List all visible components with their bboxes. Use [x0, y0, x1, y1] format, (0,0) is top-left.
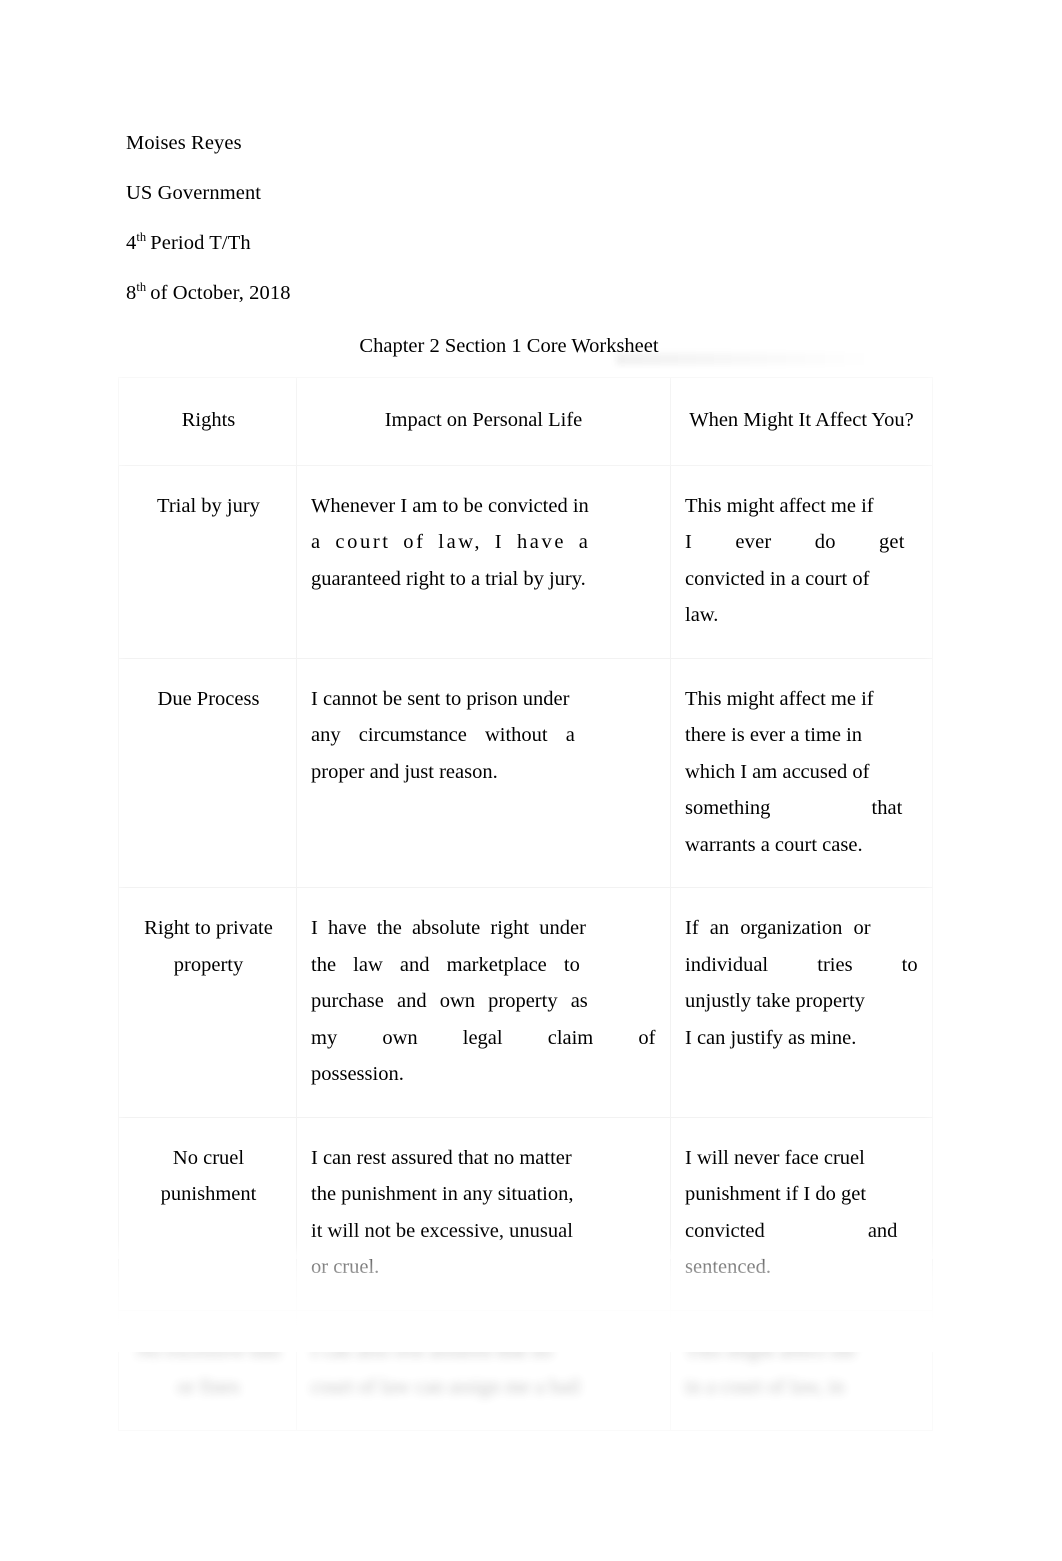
when-line: warrants a court case.	[685, 833, 863, 856]
header-label-when: When Might It Affect You?	[689, 409, 914, 431]
cell-right-name: Due Process	[118, 657, 297, 888]
cell-when: This might affect me in a court of law, …	[670, 1309, 933, 1431]
when-line: law.	[685, 604, 719, 626]
cell-when: This might affect me if I ever do get co…	[670, 464, 933, 659]
when-line: I ever do get	[685, 531, 905, 553]
assignment-date: 8th of October, 2018	[126, 268, 826, 318]
worksheet-table: Rights Impact on Personal Life When Migh…	[118, 377, 933, 1431]
impact-line: I can also rest assured that no	[311, 1339, 553, 1362]
cell-impact: I can also rest assured that no court of…	[296, 1309, 671, 1431]
period-number: 4	[126, 232, 137, 254]
impact-line: the law and marketplace to	[311, 953, 580, 976]
impact-line: Whenever I am to be convicted in	[311, 494, 589, 517]
document-heading: Moises Reyes US Government 4th Period T/T…	[126, 118, 826, 318]
impact-line: I can rest assured that no matter	[311, 1146, 572, 1169]
date-ordinal-suffix: th	[136, 280, 147, 295]
date-label: of October, 2018	[150, 282, 291, 304]
when-text: If an organization or individual tries t…	[671, 888, 932, 1080]
when-line: This might affect me if	[685, 687, 874, 710]
right-name: No cruel punishment	[160, 1146, 257, 1206]
impact-text: I have the absolute right under the law …	[297, 888, 670, 1117]
impact-line: any circumstance without a	[311, 724, 575, 746]
table-row: Due Process I cannot be sent to prison u…	[118, 657, 933, 888]
cell-when: I will never face cruel punishment if I …	[670, 1116, 933, 1311]
impact-line: my own legal claim of	[311, 1026, 656, 1049]
cell-when: If an organization or individual tries t…	[670, 887, 933, 1118]
when-line: which I am accused of	[685, 760, 870, 783]
when-line: sentenced.	[685, 1256, 771, 1278]
table-row: Right to private property I have the abs…	[118, 887, 933, 1118]
when-line: in a court of law, in	[685, 1376, 845, 1398]
document-page: Moises Reyes US Government 4th Period T/T…	[0, 0, 1062, 1561]
impact-text: I can rest assured that no matter the pu…	[297, 1118, 670, 1310]
when-line: convicted and	[685, 1219, 898, 1242]
header-label-rights: Rights	[181, 409, 236, 431]
right-name: Right to private property	[144, 917, 273, 976]
when-text: This might affect me in a court of law, …	[671, 1311, 932, 1430]
when-line: individual tries to	[685, 953, 918, 976]
impact-line: I cannot be sent to prison under	[311, 687, 570, 710]
when-line: I can justify as mine.	[685, 1026, 857, 1049]
cell-impact: Whenever I am to be convicted in a court…	[296, 464, 671, 659]
date-number: 8	[126, 282, 137, 304]
when-line: I will never face cruel	[685, 1146, 865, 1169]
when-line: If an organization or	[685, 917, 871, 939]
document-title-container: Chapter 2 Section 1 Core Worksheet	[126, 331, 932, 365]
cell-right-name: Trial by jury	[118, 464, 297, 659]
page-title: Chapter 2 Section 1 Core Worksheet	[359, 335, 659, 357]
cell-right-name: No cruel punishment	[118, 1116, 297, 1311]
cell-impact: I have the absolute right under the law …	[296, 887, 671, 1118]
impact-text: I cannot be sent to prison under any cir…	[297, 659, 670, 815]
cell-right-name: No excessive bail or fines	[118, 1309, 297, 1431]
header-cell-impact: Impact on Personal Life	[296, 377, 671, 466]
when-line: This might affect me if	[685, 494, 874, 517]
impact-line: or cruel.	[311, 1256, 380, 1278]
header-label-impact: Impact on Personal Life	[384, 409, 583, 431]
period-ordinal-suffix: th	[136, 230, 147, 245]
when-text: I will never face cruel punishment if I …	[671, 1118, 932, 1310]
impact-line: I have the absolute right under	[311, 917, 586, 939]
impact-line: possession.	[311, 1063, 404, 1085]
when-line: there is ever a time in	[685, 724, 863, 746]
when-line: punishment if I do get	[685, 1183, 867, 1205]
table-header-row: Rights Impact on Personal Life When Migh…	[118, 377, 933, 466]
table-row: Trial by jury Whenever I am to be convic…	[118, 464, 933, 659]
when-text: This might affect me if there is ever a …	[671, 659, 932, 888]
right-name: Trial by jury	[157, 494, 260, 517]
cell-impact: I cannot be sent to prison under any cir…	[296, 657, 671, 888]
when-line: convicted in a court of	[685, 567, 870, 590]
impact-line: purchase and own property as	[311, 990, 588, 1012]
cell-right-name: Right to private property	[118, 887, 297, 1118]
header-cell-when: When Might It Affect You?	[670, 377, 933, 466]
cell-when: This might affect me if there is ever a …	[670, 657, 933, 888]
impact-line: guaranteed right to a trial by jury.	[311, 567, 586, 590]
impact-line: the punishment in any situation,	[311, 1183, 574, 1205]
when-text: This might affect me if I ever do get co…	[671, 466, 932, 658]
cell-impact: I can rest assured that no matter the pu…	[296, 1116, 671, 1311]
student-name: Moises Reyes	[126, 132, 242, 154]
right-name: No excessive bail or fines	[136, 1339, 281, 1399]
header-cell-rights: Rights	[118, 377, 297, 466]
impact-text: Whenever I am to be convicted in a court…	[297, 466, 670, 622]
when-line: This might affect me	[685, 1339, 856, 1362]
when-line: unjustly take property	[685, 990, 865, 1012]
impact-line: it will not be excessive, unusual	[311, 1219, 573, 1242]
impact-text: I can also rest assured that no court of…	[297, 1311, 670, 1430]
class-period: 4th Period T/Th	[126, 218, 826, 268]
table-row-obscured: No excessive bail or fines I can also re…	[118, 1309, 933, 1431]
when-line: something that	[685, 797, 903, 819]
period-label: Period T/Th	[150, 232, 251, 254]
right-name: Due Process	[157, 687, 260, 710]
impact-line: court of law can assign me a bail	[311, 1376, 581, 1398]
impact-line: a court of law, I have a	[311, 531, 591, 553]
impact-line: proper and just reason.	[311, 760, 498, 783]
table-row: No cruel punishment I can rest assured t…	[118, 1116, 933, 1311]
course-name: US Government	[126, 182, 262, 204]
